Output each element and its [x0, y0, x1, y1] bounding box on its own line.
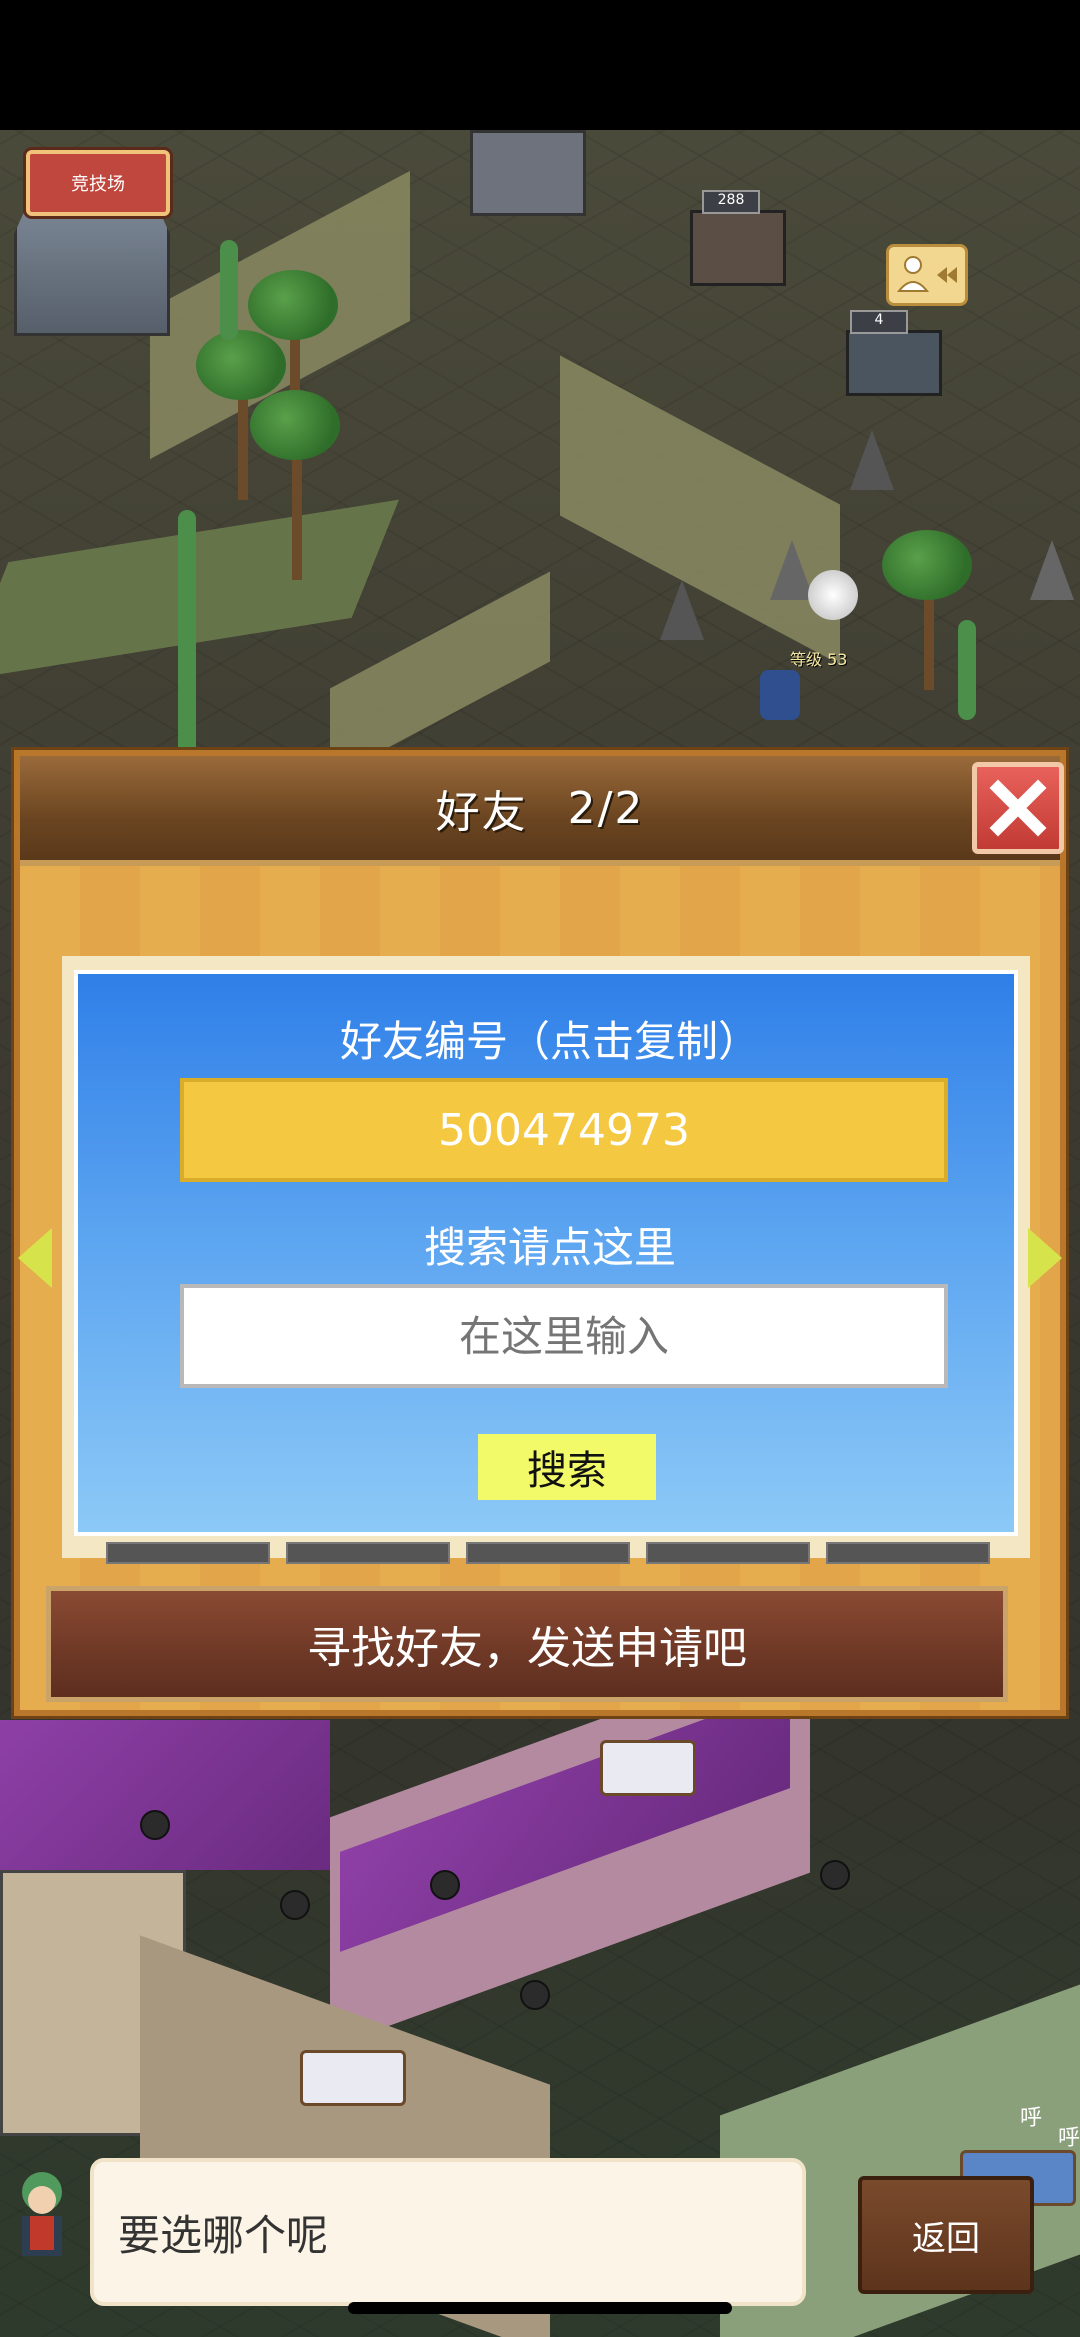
page-tab[interactable]: [286, 1542, 450, 1564]
close-button[interactable]: [972, 762, 1064, 854]
advisor-character-icon: [22, 2172, 62, 2256]
friend-request-notification[interactable]: [886, 244, 968, 306]
dialog-title: 好友: [435, 787, 528, 838]
grass-patch: [0, 499, 400, 681]
friend-search-panel: 好友编号（点击复制） 500474973 搜索请点这里 搜索: [74, 970, 1018, 1536]
rock-icon: [850, 430, 894, 490]
palm-tree-icon: [882, 530, 972, 600]
cactus-icon: [178, 510, 196, 780]
close-x-icon: [989, 779, 1047, 837]
fence-post: [430, 1870, 460, 1900]
fence-post: [280, 1890, 310, 1920]
friend-request-icon: [896, 256, 957, 292]
rock-icon: [1030, 540, 1074, 600]
previous-page-arrow-icon[interactable]: [18, 1228, 52, 1288]
cactus-icon: [958, 620, 976, 720]
dialog-header: 好友 2/2: [20, 756, 1060, 866]
bed-icon: [600, 1740, 696, 1796]
page-tab[interactable]: [646, 1542, 810, 1564]
shout-text: 呼: [1020, 2106, 1043, 2131]
advisor-avatar: [4, 2166, 80, 2266]
status-bar: [0, 0, 1080, 130]
search-input[interactable]: [180, 1284, 948, 1388]
page-tab[interactable]: [466, 1542, 630, 1564]
counter-badge: 4: [850, 310, 908, 334]
friend-dialog: 好友 2/2 好友编号（点击复制） 500474973 搜索请点这里 搜索 寻找…: [14, 750, 1066, 1716]
home-indicator[interactable]: [348, 2302, 732, 2314]
building[interactable]: [690, 210, 786, 286]
palm-tree-icon: [250, 390, 340, 460]
palm-tree-icon: [248, 270, 338, 340]
arena-building[interactable]: [14, 200, 170, 336]
fence-post: [820, 1860, 850, 1890]
page-tab[interactable]: [106, 1542, 270, 1564]
sand-patch: [330, 571, 550, 779]
back-button[interactable]: 返回: [858, 2176, 1034, 2294]
purple-room[interactable]: [0, 1720, 330, 1870]
message-bubble: 要选哪个呢: [90, 2158, 806, 2306]
tower-building[interactable]: [470, 130, 586, 216]
shout-text: 呼: [1058, 2126, 1080, 2151]
cactus-icon: [220, 240, 238, 340]
rock-icon: [660, 580, 704, 640]
search-button[interactable]: 搜索: [478, 1434, 656, 1500]
friend-id-label: 好友编号（点击复制）: [339, 1017, 760, 1066]
building[interactable]: [846, 330, 942, 396]
next-page-arrow-icon[interactable]: [1028, 1228, 1062, 1288]
friend-id-copy-box[interactable]: 500474973: [180, 1078, 948, 1182]
adventurer-character[interactable]: [760, 670, 800, 720]
level-label: 等级 53: [790, 650, 848, 669]
fence-post: [520, 1980, 550, 2010]
fence-post: [140, 1810, 170, 1840]
dialog-page-indicator: 2/2: [567, 782, 645, 834]
arena-button[interactable]: 竞技场: [26, 150, 170, 216]
page-tab[interactable]: [826, 1542, 990, 1564]
counter-badge: 288: [702, 190, 760, 214]
palm-tree-icon: [196, 330, 286, 400]
search-label: 搜索请点这里: [423, 1223, 676, 1272]
bed-icon: [300, 2050, 406, 2106]
smoke-cloud-icon: [808, 570, 858, 620]
find-friends-banner: 寻找好友，发送申请吧: [46, 1586, 1008, 1702]
